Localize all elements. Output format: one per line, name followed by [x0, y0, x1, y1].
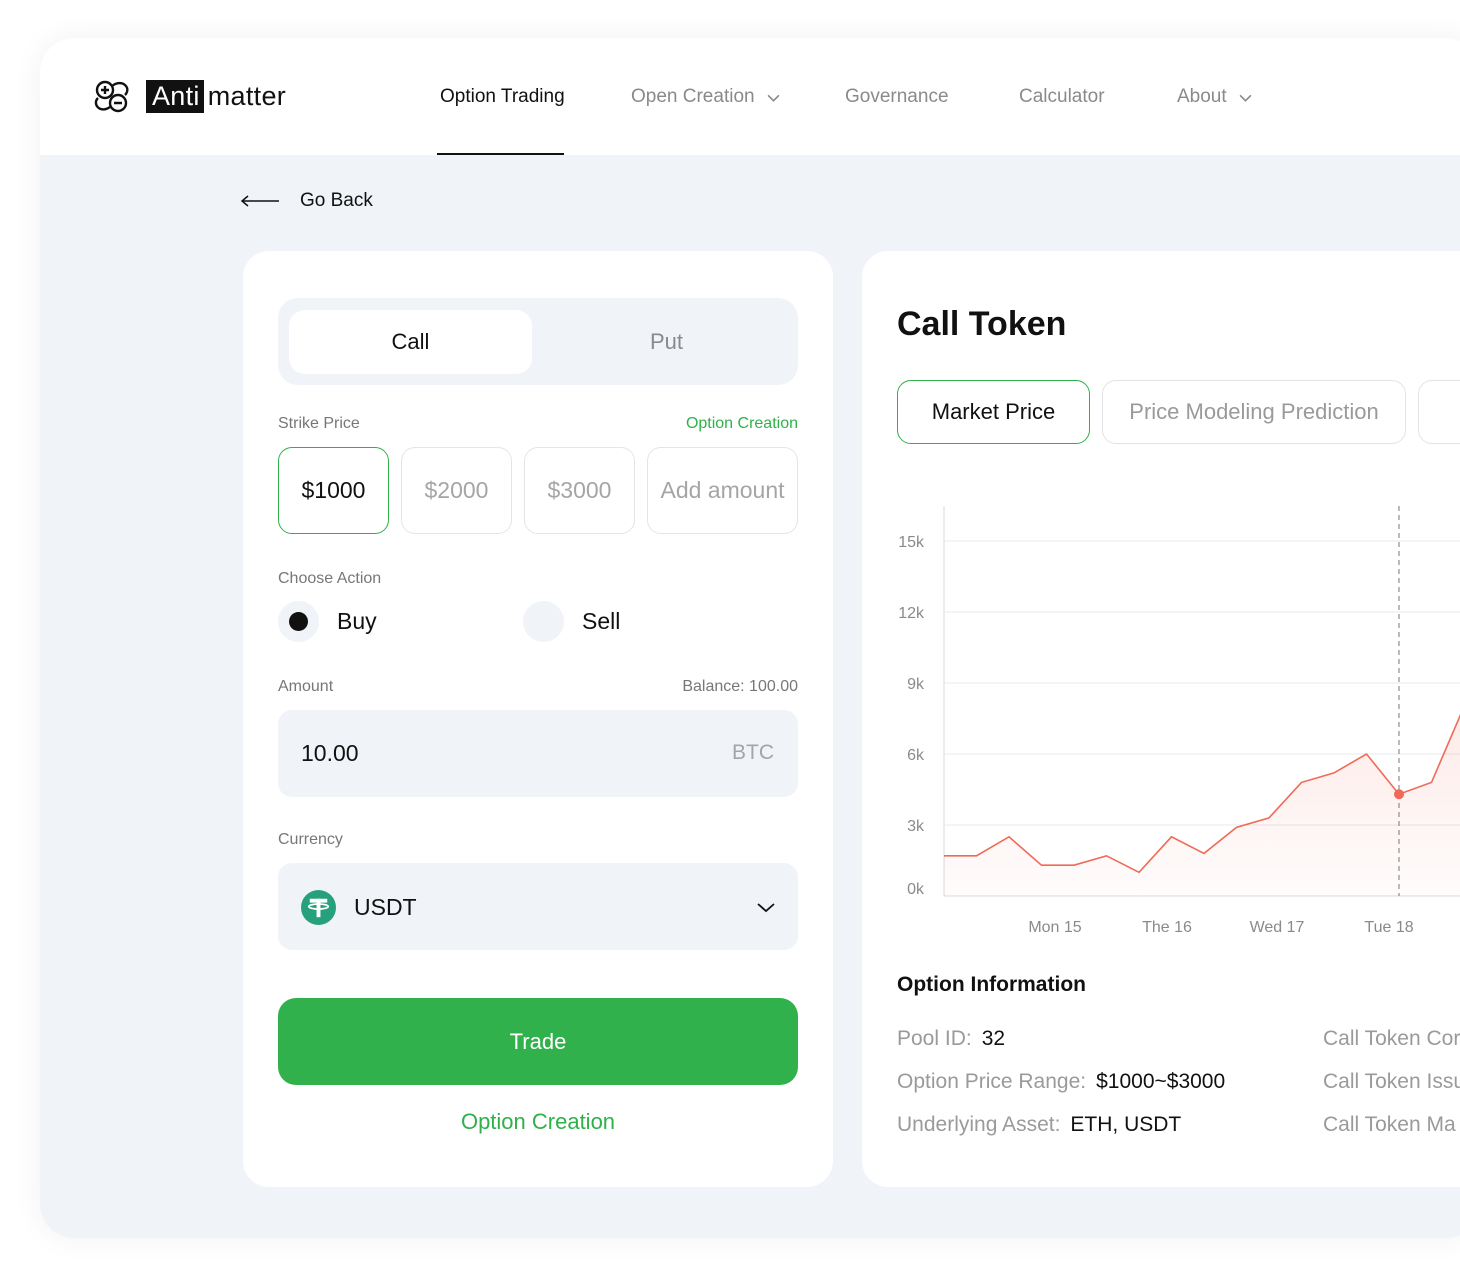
info-call-token-issuance: Call Token Issu [1323, 1070, 1460, 1093]
option-creation-link[interactable]: Option Creation [686, 415, 798, 433]
strike-price-label: Strike Price [278, 415, 360, 432]
amount-unit: BTC [732, 741, 774, 764]
choose-action-label: Choose Action [278, 570, 382, 587]
currency-value: USDT [354, 894, 417, 920]
call-token-panel: Call Token Market Price Price Modeling P… [862, 251, 1460, 1187]
amount-value: 10.00 [301, 740, 359, 766]
nav-label: Governance [845, 86, 949, 107]
currency-select[interactable]: USDT [278, 863, 798, 950]
info-pool-id: Pool ID: 32 [897, 1027, 1005, 1051]
radio-buy[interactable]: Buy [278, 601, 377, 642]
tab-price-modeling-prediction[interactable]: Price Modeling Prediction [1102, 380, 1406, 444]
y-tick-label: 0k [907, 881, 925, 898]
strike-option[interactable]: $3000 [524, 447, 635, 534]
call-put-toggle: Call Put [278, 298, 798, 385]
radio-label: Buy [337, 608, 377, 634]
radio-unchecked [523, 601, 564, 642]
info-value: ETH, USDT [1070, 1113, 1182, 1136]
tab-more[interactable] [1418, 380, 1460, 444]
arrow-left-icon [240, 195, 279, 207]
info-call-token-contract: Call Token Cor [1323, 1027, 1460, 1050]
top-navbar: Anti matter Option Trading Open Creation… [40, 38, 1460, 155]
radio-checked [278, 601, 319, 642]
nav-label: Open Creation [631, 86, 755, 107]
info-value: 32 [981, 1027, 1006, 1050]
info-key: Underlying Asset: [897, 1113, 1061, 1136]
y-tick-label: 12k [898, 605, 925, 622]
y-tick-label: 9k [907, 676, 925, 693]
option-info-title: Option Information [897, 973, 1086, 996]
market-price-chart: 15k 12k 9k 6k 3k 0k Mon 15 The 16 Wed 17 Tue 18 [898, 506, 1460, 936]
chevron-down-icon [767, 94, 780, 102]
balance-text: Balance: 100.00 [682, 678, 798, 695]
active-nav-indicator [437, 153, 564, 155]
nav-label: Calculator [1019, 86, 1105, 107]
x-tick-label: Wed 17 [1250, 919, 1305, 936]
nav-label: Option Trading [440, 86, 565, 107]
radio-sell[interactable]: Sell [523, 601, 620, 642]
option-creation-bottom-link[interactable]: Option Creation [243, 1109, 833, 1135]
y-tick-label: 6k [907, 747, 925, 764]
logo-icon [94, 80, 129, 113]
chevron-down-icon [1239, 94, 1252, 102]
tab-call[interactable]: Call [289, 310, 532, 374]
brand-logo[interactable]: Anti matter [92, 76, 286, 116]
x-tick-label: Mon 15 [1028, 919, 1081, 936]
add-amount-input[interactable]: Add amount [647, 447, 798, 534]
nav-governance[interactable]: Governance [845, 86, 949, 108]
info-call-token-market: Call Token Ma [1323, 1113, 1456, 1136]
trade-button[interactable]: Trade [278, 998, 798, 1085]
nav-label: About [1177, 86, 1227, 107]
chevron-down-icon [757, 903, 775, 913]
info-value: $1000~$3000 [1096, 1070, 1226, 1093]
tab-put[interactable]: Put [545, 310, 788, 374]
info-key: Option Price Range: [897, 1070, 1087, 1093]
y-tick-label: 15k [898, 534, 925, 551]
info-key: Pool ID: [897, 1027, 972, 1050]
go-back-link[interactable]: Go Back [240, 190, 373, 212]
nav-open-creation[interactable]: Open Creation [631, 86, 780, 108]
x-tick-label: The 16 [1142, 919, 1192, 936]
series-area [944, 716, 1460, 896]
panel-title: Call Token [897, 305, 1067, 343]
info-underlying-asset: Underlying Asset: ETH, USDT [897, 1113, 1181, 1137]
tether-icon [301, 890, 336, 925]
nav-about[interactable]: About [1177, 86, 1252, 108]
strike-option[interactable]: $1000 [278, 447, 389, 534]
logo-text: matter [207, 81, 287, 111]
go-back-label: Go Back [300, 190, 373, 211]
nav-option-trading[interactable]: Option Trading [440, 86, 565, 108]
currency-label: Currency [278, 831, 343, 848]
info-price-range: Option Price Range: $1000~$3000 [897, 1070, 1225, 1094]
highlight-point [1394, 789, 1404, 800]
nav-calculator[interactable]: Calculator [1019, 86, 1105, 108]
app-window: Anti matter Option Trading Open Creation… [40, 38, 1460, 1238]
strike-option[interactable]: $2000 [401, 447, 512, 534]
radio-label: Sell [582, 608, 621, 634]
amount-label: Amount [278, 678, 334, 695]
logo-text-box: Anti [146, 79, 204, 113]
trade-panel: Call Put Strike Price Option Creation $1… [243, 251, 833, 1187]
tab-market-price[interactable]: Market Price [897, 380, 1090, 444]
y-tick-label: 3k [907, 818, 925, 835]
amount-input[interactable]: 10.00 BTC [278, 710, 798, 797]
x-tick-label: Tue 18 [1364, 919, 1413, 936]
